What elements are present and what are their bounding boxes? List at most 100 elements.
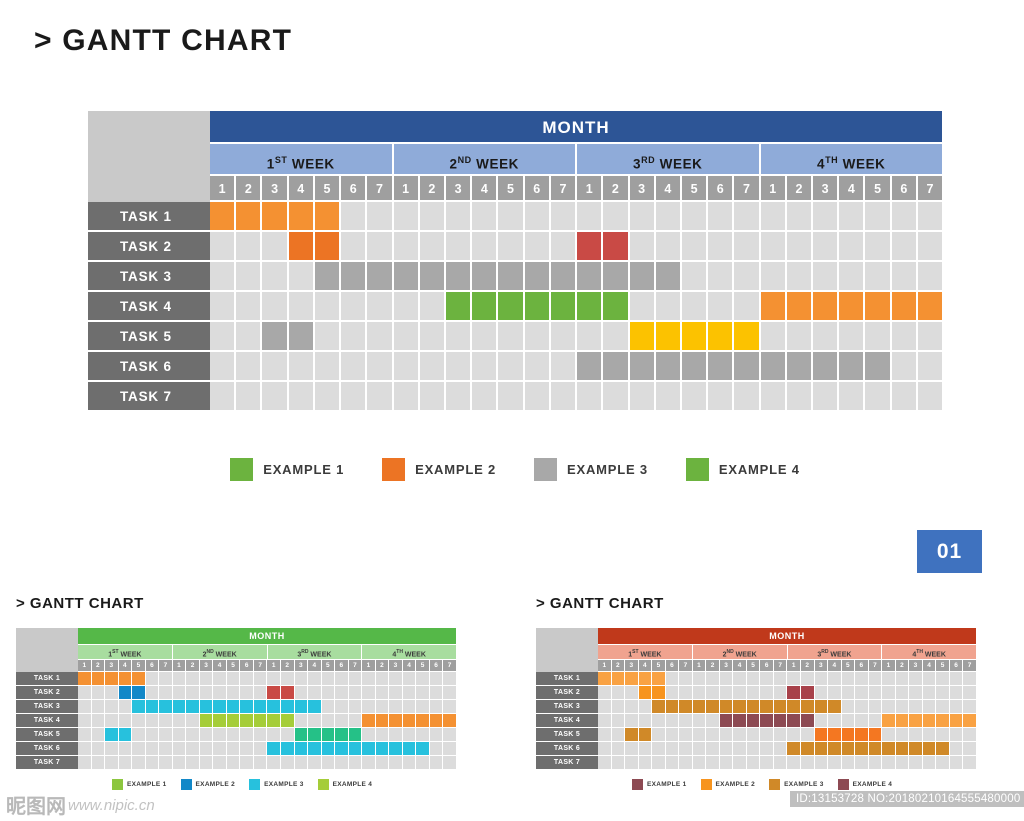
gantt-empty-cell[interactable] <box>734 262 761 292</box>
gantt-empty-cell[interactable] <box>445 202 473 232</box>
gantt-bar-cell[interactable] <box>855 728 869 742</box>
gantt-empty-cell[interactable] <box>719 728 734 742</box>
gantt-empty-cell[interactable] <box>91 742 106 756</box>
gantt-empty-cell[interactable] <box>172 728 187 742</box>
gantt-empty-cell[interactable] <box>786 262 814 292</box>
gantt-bar-cell[interactable] <box>159 700 173 714</box>
gantt-empty-cell[interactable] <box>922 672 937 686</box>
gantt-empty-cell[interactable] <box>199 672 214 686</box>
gantt-empty-cell[interactable] <box>625 686 639 700</box>
gantt-bar-cell[interactable] <box>814 700 829 714</box>
gantt-empty-cell[interactable] <box>429 742 444 756</box>
gantt-empty-cell[interactable] <box>262 292 289 322</box>
gantt-bar-cell[interactable] <box>314 262 342 292</box>
gantt-empty-cell[interactable] <box>118 700 133 714</box>
gantt-empty-cell[interactable] <box>865 382 892 412</box>
gantt-empty-cell[interactable] <box>308 686 322 700</box>
gantt-empty-cell[interactable] <box>773 742 788 756</box>
gantt-empty-cell[interactable] <box>472 382 499 412</box>
gantt-empty-cell[interactable] <box>105 756 119 770</box>
gantt-empty-cell[interactable] <box>936 672 950 686</box>
gantt-bar-cell[interactable] <box>367 262 394 292</box>
gantt-empty-cell[interactable] <box>625 714 639 728</box>
gantt-empty-cell[interactable] <box>210 322 237 352</box>
gantt-empty-cell[interactable] <box>416 672 430 686</box>
gantt-bar-cell[interactable] <box>813 352 840 382</box>
gantt-bar-cell[interactable] <box>280 742 295 756</box>
gantt-bar-cell[interactable] <box>719 700 734 714</box>
gantt-bar-cell[interactable] <box>240 700 254 714</box>
gantt-bar-cell[interactable] <box>145 700 160 714</box>
gantt-bar-cell[interactable] <box>362 742 376 756</box>
gantt-empty-cell[interactable] <box>813 232 840 262</box>
gantt-bar-cell[interactable] <box>760 292 787 322</box>
gantt-empty-cell[interactable] <box>429 756 444 770</box>
gantt-bar-cell[interactable] <box>280 686 295 700</box>
gantt-empty-cell[interactable] <box>638 714 653 728</box>
gantt-empty-cell[interactable] <box>787 672 801 686</box>
gantt-empty-cell[interactable] <box>226 686 241 700</box>
gantt-empty-cell[interactable] <box>362 686 376 700</box>
gantt-empty-cell[interactable] <box>253 728 268 742</box>
gantt-empty-cell[interactable] <box>78 742 92 756</box>
gantt-bar-cell[interactable] <box>733 700 747 714</box>
gantt-bar-cell[interactable] <box>719 714 734 728</box>
gantt-empty-cell[interactable] <box>341 382 368 412</box>
gantt-empty-cell[interactable] <box>611 714 626 728</box>
gantt-empty-cell[interactable] <box>909 728 923 742</box>
gantt-bar-cell[interactable] <box>800 714 815 728</box>
gantt-empty-cell[interactable] <box>159 742 173 756</box>
gantt-empty-cell[interactable] <box>895 700 910 714</box>
gantt-empty-cell[interactable] <box>335 686 349 700</box>
gantt-empty-cell[interactable] <box>280 672 295 686</box>
gantt-empty-cell[interactable] <box>839 322 866 352</box>
gantt-empty-cell[interactable] <box>262 232 289 262</box>
gantt-empty-cell[interactable] <box>321 700 336 714</box>
gantt-empty-cell[interactable] <box>210 382 237 412</box>
gantt-bar-cell[interactable] <box>828 700 842 714</box>
gantt-bar-cell[interactable] <box>681 322 709 352</box>
gantt-empty-cell[interactable] <box>681 202 709 232</box>
gantt-bar-cell[interactable] <box>348 728 363 742</box>
gantt-bar-cell[interactable] <box>280 700 295 714</box>
gantt-bar-cell[interactable] <box>760 714 774 728</box>
gantt-empty-cell[interactable] <box>186 728 200 742</box>
gantt-empty-cell[interactable] <box>665 728 680 742</box>
gantt-bar-cell[interactable] <box>936 714 950 728</box>
gantt-empty-cell[interactable] <box>828 686 842 700</box>
gantt-empty-cell[interactable] <box>895 672 910 686</box>
gantt-bar-cell[interactable] <box>922 742 937 756</box>
gantt-empty-cell[interactable] <box>909 686 923 700</box>
gantt-empty-cell[interactable] <box>314 352 342 382</box>
gantt-empty-cell[interactable] <box>692 686 707 700</box>
gantt-bar-cell[interactable] <box>267 742 281 756</box>
gantt-bar-cell[interactable] <box>341 262 368 292</box>
gantt-empty-cell[interactable] <box>577 382 604 412</box>
gantt-empty-cell[interactable] <box>443 672 456 686</box>
gantt-empty-cell[interactable] <box>498 322 525 352</box>
gantt-empty-cell[interactable] <box>706 714 720 728</box>
gantt-bar-cell[interactable] <box>734 322 761 352</box>
gantt-empty-cell[interactable] <box>839 202 866 232</box>
gantt-bar-cell[interactable] <box>787 700 801 714</box>
gantt-empty-cell[interactable] <box>611 742 626 756</box>
gantt-empty-cell[interactable] <box>78 756 92 770</box>
gantt-bar-cell[interactable] <box>105 672 119 686</box>
gantt-empty-cell[interactable] <box>603 322 630 352</box>
gantt-empty-cell[interactable] <box>236 322 263 352</box>
gantt-empty-cell[interactable] <box>625 700 639 714</box>
gantt-bar-cell[interactable] <box>828 742 842 756</box>
gantt-bar-cell[interactable] <box>472 262 499 292</box>
gantt-bar-cell[interactable] <box>882 714 896 728</box>
gantt-empty-cell[interactable] <box>917 322 943 352</box>
gantt-empty-cell[interactable] <box>498 232 525 262</box>
gantt-empty-cell[interactable] <box>681 292 709 322</box>
gantt-empty-cell[interactable] <box>936 728 950 742</box>
gantt-empty-cell[interactable] <box>288 292 315 322</box>
gantt-empty-cell[interactable] <box>78 714 92 728</box>
gantt-bar-cell[interactable] <box>577 262 604 292</box>
gantt-empty-cell[interactable] <box>708 262 735 292</box>
gantt-empty-cell[interactable] <box>145 728 160 742</box>
gantt-empty-cell[interactable] <box>868 714 883 728</box>
gantt-empty-cell[interactable] <box>498 202 525 232</box>
